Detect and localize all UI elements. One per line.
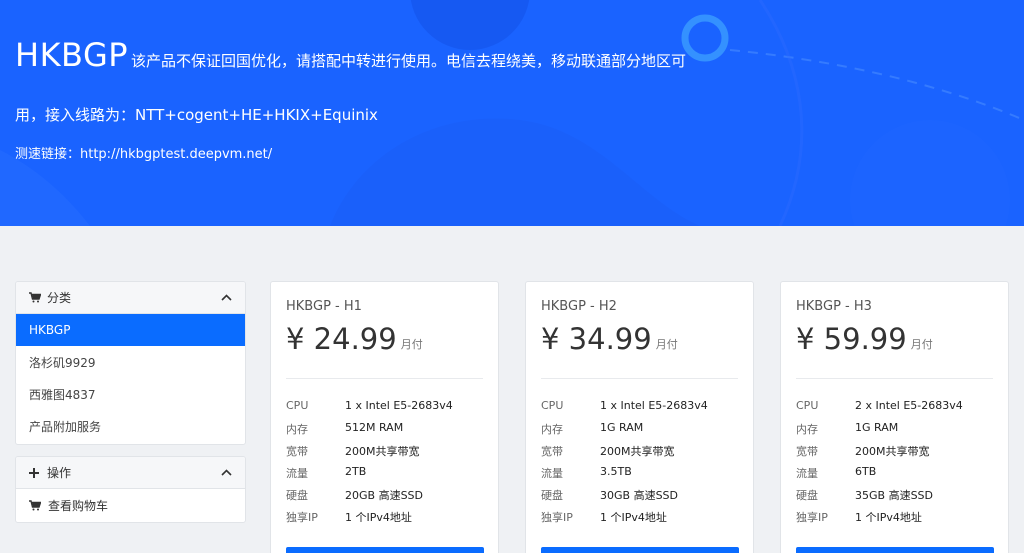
spec-key: 宽带 <box>541 445 563 458</box>
category-item-la9929[interactable]: 洛杉矶9929 <box>16 346 245 378</box>
spec-value: 1 x Intel E5-2683v4 <box>345 399 453 412</box>
hero-banner: HKBGP 该产品不保证回国优化，请搭配中转进行使用。电信去程绕美，移动联通部分… <box>0 0 1024 226</box>
spec-key: 内存 <box>286 423 308 436</box>
spec-value: 1G RAM <box>855 421 899 434</box>
plus-icon <box>29 467 43 478</box>
spec-key: 宽带 <box>286 445 308 458</box>
product-name: HKBGP - H3 <box>796 299 872 314</box>
spec-row: 宽带 200M共享带宽 <box>796 443 930 459</box>
spec-value: 2 x Intel E5-2683v4 <box>855 399 963 412</box>
product-price: ¥ 34.99 月付 <box>541 322 678 356</box>
product-description-continued: 用，接入线路为：NTT+cogent+HE+HKIX+Equinix <box>15 106 378 124</box>
spec-row: 硬盘 35GB 高速SSD <box>796 487 933 503</box>
product-name: HKBGP - H1 <box>286 299 362 314</box>
spec-key: 内存 <box>541 423 563 436</box>
spec-key: 流量 <box>541 467 563 480</box>
spec-row: 宽带 200M共享带宽 <box>286 443 420 459</box>
spec-value: 20GB 高速SSD <box>345 489 423 502</box>
spec-value: 200M共享带宽 <box>855 445 930 458</box>
spec-row: CPU 1 x Intel E5-2683v4 <box>286 399 453 412</box>
product-card-h3: HKBGP - H3 ¥ 59.99 月付 CPU 2 x Intel E5-268… <box>780 281 1009 553</box>
spec-row: 独享IP 1 个IPv4地址 <box>796 509 922 525</box>
chevron-up-icon[interactable] <box>221 294 232 301</box>
actions-header-label: 操作 <box>47 466 72 480</box>
spec-key: CPU <box>541 399 564 412</box>
spec-value: 2TB <box>345 465 367 478</box>
spec-value: 3.5TB <box>600 465 632 478</box>
categories-header[interactable]: 分类 <box>16 282 245 314</box>
product-card-h2: HKBGP - H2 ¥ 34.99 月付 CPU 1 x Intel E5-268… <box>525 281 754 553</box>
spec-key: 独享IP <box>286 511 318 524</box>
spec-row: CPU 1 x Intel E5-2683v4 <box>541 399 708 412</box>
order-button[interactable] <box>286 547 484 553</box>
divider <box>541 378 738 379</box>
spec-row: 硬盘 30GB 高速SSD <box>541 487 678 503</box>
spec-row: 内存 1G RAM <box>541 421 643 437</box>
spec-key: 硬盘 <box>286 489 308 502</box>
spec-key: CPU <box>286 399 309 412</box>
product-name: HKBGP - H2 <box>541 299 617 314</box>
order-button[interactable] <box>541 547 739 553</box>
chevron-up-icon[interactable] <box>221 469 232 476</box>
product-price: ¥ 59.99 月付 <box>796 322 933 356</box>
spec-row: 流量 6TB <box>796 465 876 481</box>
spec-row: 宽带 200M共享带宽 <box>541 443 675 459</box>
product-description: 该产品不保证回国优化，请搭配中转进行使用。电信去程绕美，移动联通部分地区可 <box>131 52 687 70</box>
price-amount: ¥ 34.99 <box>541 322 652 356</box>
actions-panel: 操作 查看购物车 <box>15 456 246 523</box>
divider <box>796 378 993 379</box>
actions-header[interactable]: 操作 <box>16 457 245 489</box>
spec-value: 512M RAM <box>345 421 404 434</box>
price-amount: ¥ 24.99 <box>286 322 397 356</box>
speedtest-link[interactable]: 测速链接：http://hkbgptest.deepvm.net/ <box>15 143 272 162</box>
product-card-h1: HKBGP - H1 ¥ 24.99 月付 CPU 1 x Intel E5-268… <box>270 281 499 553</box>
spec-key: 宽带 <box>796 445 818 458</box>
spec-value: 1 个IPv4地址 <box>345 511 412 524</box>
spec-value: 1 个IPv4地址 <box>855 511 922 524</box>
spec-value: 1 个IPv4地址 <box>600 511 667 524</box>
spec-value: 1 x Intel E5-2683v4 <box>600 399 708 412</box>
spec-row: 硬盘 20GB 高速SSD <box>286 487 423 503</box>
spec-row: 独享IP 1 个IPv4地址 <box>541 509 667 525</box>
price-amount: ¥ 59.99 <box>796 322 907 356</box>
cart-icon <box>29 499 43 511</box>
billing-period: 月付 <box>400 338 423 351</box>
spec-key: 内存 <box>796 423 818 436</box>
spec-row: CPU 2 x Intel E5-2683v4 <box>796 399 963 412</box>
spec-row: 流量 3.5TB <box>541 465 632 481</box>
spec-value: 30GB 高速SSD <box>600 489 678 502</box>
spec-row: 流量 2TB <box>286 465 366 481</box>
product-group-title: HKBGP <box>15 36 129 74</box>
categories-header-label: 分类 <box>47 291 72 305</box>
categories-panel: 分类 HKBGP 洛杉矶9929 西雅图4837 产品附加服务 <box>15 281 246 445</box>
spec-value: 200M共享带宽 <box>345 445 420 458</box>
spec-value: 35GB 高速SSD <box>855 489 933 502</box>
spec-key: 硬盘 <box>541 489 563 502</box>
spec-key: 硬盘 <box>796 489 818 502</box>
category-item-seattle4837[interactable]: 西雅图4837 <box>16 378 245 410</box>
category-item-addons[interactable]: 产品附加服务 <box>16 410 245 442</box>
spec-key: 流量 <box>796 467 818 480</box>
product-price: ¥ 24.99 月付 <box>286 322 423 356</box>
spec-key: 独享IP <box>541 511 573 524</box>
order-button[interactable] <box>796 547 994 553</box>
view-cart-label: 查看购物车 <box>48 498 109 513</box>
cart-icon <box>29 292 43 303</box>
spec-row: 独享IP 1 个IPv4地址 <box>286 509 412 525</box>
billing-period: 月付 <box>655 338 678 351</box>
view-cart-link[interactable]: 查看购物车 <box>16 489 245 521</box>
billing-period: 月付 <box>910 338 933 351</box>
spec-row: 内存 1G RAM <box>796 421 898 437</box>
spec-value: 1G RAM <box>600 421 644 434</box>
spec-value: 200M共享带宽 <box>600 445 675 458</box>
category-item-hkbgp[interactable]: HKBGP <box>16 314 245 346</box>
spec-key: 独享IP <box>796 511 828 524</box>
spec-value: 6TB <box>855 465 877 478</box>
divider <box>286 378 483 379</box>
spec-key: 流量 <box>286 467 308 480</box>
spec-row: 内存 512M RAM <box>286 421 403 437</box>
spec-key: CPU <box>796 399 819 412</box>
